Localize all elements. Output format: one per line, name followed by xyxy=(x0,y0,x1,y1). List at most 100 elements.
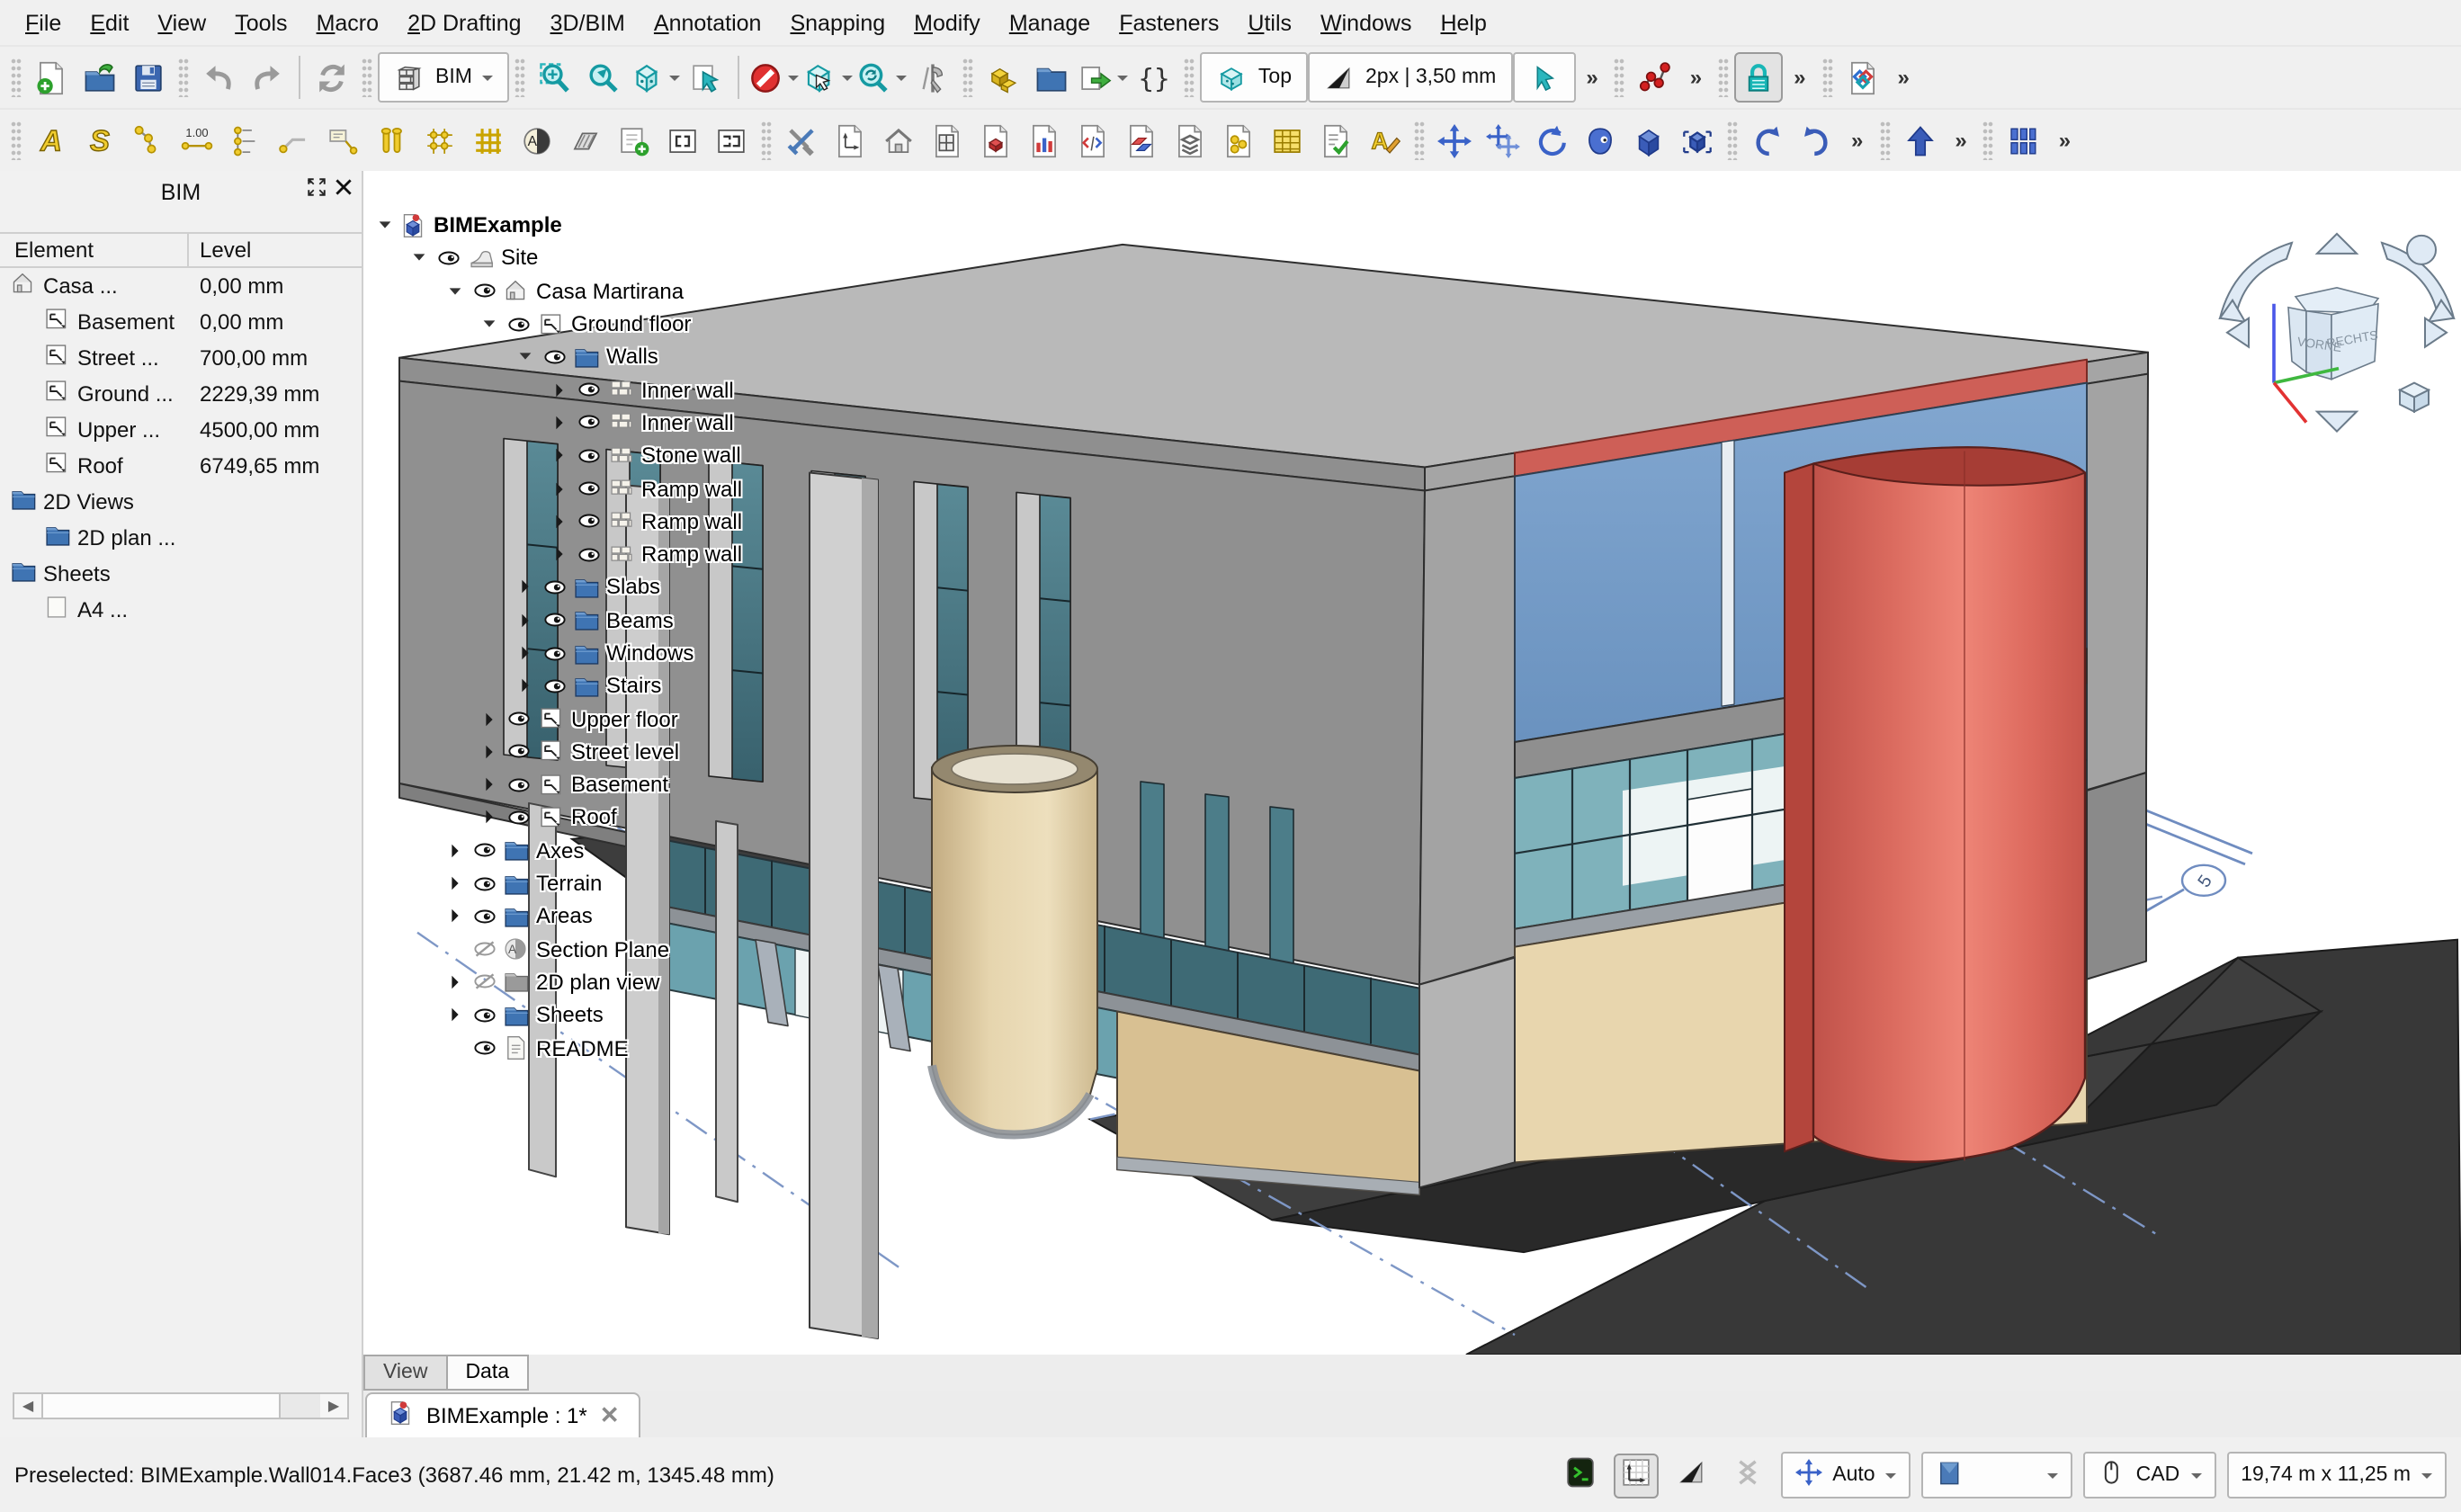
toolbar-grip[interactable] xyxy=(1727,121,1738,160)
panel-row-casa-[interactable]: Casa ...0,00 mm xyxy=(0,268,362,304)
menu-view[interactable]: View xyxy=(143,4,220,40)
collapse-arrow-icon[interactable] xyxy=(441,842,468,860)
utility-cube-button[interactable] xyxy=(1673,115,1722,166)
visibility-eye-icon[interactable] xyxy=(468,905,500,928)
add-view-button[interactable] xyxy=(610,115,658,166)
export-dropdown[interactable] xyxy=(1077,52,1131,103)
rotate-tool-button[interactable] xyxy=(1527,115,1576,166)
linear-dimension-button[interactable]: 1.00 xyxy=(173,115,221,166)
tree-item-site[interactable]: Site xyxy=(367,242,742,275)
preferences-button[interactable] xyxy=(777,115,826,166)
toolbar-grip[interactable] xyxy=(1414,121,1425,160)
expand-arrow-icon[interactable] xyxy=(406,249,433,267)
visibility-eye-icon[interactable] xyxy=(573,477,605,500)
panel-row-2d-views[interactable]: 2D Views xyxy=(0,484,362,520)
views-manager-button[interactable] xyxy=(1028,52,1077,103)
visibility-eye-icon[interactable] xyxy=(503,806,535,829)
collapse-arrow-icon[interactable] xyxy=(511,644,538,662)
tree-item-stone-wall[interactable]: Stone wall xyxy=(367,439,742,472)
section-view-button[interactable] xyxy=(707,115,756,166)
toolbar-overflow-button[interactable]: » xyxy=(1783,65,1816,90)
lock-button[interactable] xyxy=(1734,52,1783,103)
collapse-arrow-icon[interactable] xyxy=(476,710,503,728)
collapse-arrow-icon[interactable] xyxy=(546,513,573,531)
dependency-graph-button[interactable] xyxy=(1631,52,1679,103)
tree-item-beams[interactable]: Beams xyxy=(367,604,742,637)
visibility-eye-icon[interactable] xyxy=(468,279,500,302)
text-tool-button[interactable]: A xyxy=(27,115,76,166)
draw-style-dropdown[interactable] xyxy=(629,52,683,103)
material-report-button[interactable] xyxy=(971,115,1020,166)
visibility-eye-off-icon[interactable] xyxy=(468,937,500,961)
preflight-checks-button[interactable] xyxy=(1311,115,1360,166)
scroll-left-arrow[interactable]: ◀ xyxy=(14,1394,41,1418)
toolbar-overflow-button[interactable]: » xyxy=(1944,128,1977,153)
stretch-tool-button[interactable] xyxy=(1576,115,1624,166)
toolbar-grip[interactable] xyxy=(1879,121,1890,160)
scrollbar-track[interactable] xyxy=(281,1394,320,1418)
visibility-eye-icon[interactable] xyxy=(573,443,605,467)
move-tool-button[interactable] xyxy=(1430,115,1479,166)
visibility-eye-icon[interactable] xyxy=(503,707,535,730)
document-tab[interactable]: BIMExample : 1* ✕ xyxy=(365,1392,641,1437)
tree-item-ramp-wall[interactable]: Ramp wall xyxy=(367,472,742,505)
tree-item-casa-martirana[interactable]: Casa Martirana xyxy=(367,274,742,308)
visibility-eye-icon[interactable] xyxy=(538,675,570,698)
collapse-arrow-icon[interactable] xyxy=(441,874,468,892)
navigation-style-dropdown[interactable]: CAD xyxy=(2084,1452,2216,1499)
tree-item-readme[interactable]: README xyxy=(367,1032,742,1065)
layers-button[interactable] xyxy=(1166,115,1214,166)
visibility-eye-icon[interactable] xyxy=(538,576,570,599)
menu-2d-drafting[interactable]: 2D Drafting xyxy=(393,4,535,40)
panel-row-upper-[interactable]: Upper ...4500,00 mm xyxy=(0,412,362,448)
ifc-document-button[interactable] xyxy=(1838,52,1886,103)
toolbar-grip[interactable] xyxy=(11,121,22,160)
visibility-eye-off-icon[interactable] xyxy=(468,971,500,994)
line-style-button[interactable]: 2px | 3,50 mm xyxy=(1308,52,1512,103)
toolbar-grip[interactable] xyxy=(362,58,372,97)
column-tool-button[interactable] xyxy=(367,115,416,166)
menu-file[interactable]: File xyxy=(11,4,76,40)
label-tool-button[interactable] xyxy=(318,115,367,166)
tab-data[interactable]: Data xyxy=(445,1355,529,1391)
collapse-arrow-icon[interactable] xyxy=(441,908,468,926)
fit-all-button[interactable] xyxy=(532,52,580,103)
menu-windows[interactable]: Windows xyxy=(1306,4,1426,40)
collapse-arrow-icon[interactable] xyxy=(546,414,573,432)
box-selection-dropdown[interactable] xyxy=(801,52,855,103)
collapse-arrow-icon[interactable] xyxy=(546,380,573,398)
expand-arrow-icon[interactable] xyxy=(371,216,398,234)
leader-tool-button[interactable] xyxy=(270,115,318,166)
document-close-icon[interactable]: ✕ xyxy=(600,1401,620,1430)
menu-macro[interactable]: Macro xyxy=(302,4,394,40)
visibility-eye-icon[interactable] xyxy=(538,641,570,665)
measure-button[interactable] xyxy=(909,52,958,103)
stop-command-dropdown[interactable] xyxy=(747,52,801,103)
toolbar-overflow-button[interactable]: » xyxy=(1886,65,1920,90)
visibility-eye-icon[interactable] xyxy=(503,773,535,796)
expand-arrow-icon[interactable] xyxy=(441,282,468,300)
shapestring-tool-button[interactable]: S xyxy=(76,115,124,166)
windows-schedule-button[interactable] xyxy=(923,115,971,166)
tree-item-ramp-wall[interactable]: Ramp wall xyxy=(367,505,742,538)
ifc-explorer-button[interactable] xyxy=(1069,115,1117,166)
ifc-elements-button[interactable] xyxy=(1117,115,1166,166)
redo-button[interactable] xyxy=(243,52,291,103)
selection-mode-button[interactable] xyxy=(1512,52,1575,103)
new-document-button[interactable] xyxy=(27,52,76,103)
tree-item-windows[interactable]: Windows xyxy=(367,637,742,670)
open-document-button[interactable] xyxy=(76,52,124,103)
navigation-style-button[interactable] xyxy=(683,52,731,103)
column-level[interactable]: Level xyxy=(187,234,362,266)
tree-item-roof[interactable]: Roof xyxy=(367,801,742,835)
menu-tools[interactable]: Tools xyxy=(220,4,301,40)
navigation-indicator[interactable] xyxy=(1724,1453,1769,1498)
panel-row-street-[interactable]: Street ...700,00 mm xyxy=(0,340,362,376)
save-button[interactable] xyxy=(124,52,173,103)
toolbar-grip[interactable] xyxy=(11,58,22,97)
toolbar-grip[interactable] xyxy=(1983,121,1994,160)
panel-row-a4-[interactable]: A4 ... xyxy=(0,592,362,628)
visibility-eye-icon[interactable] xyxy=(573,510,605,533)
menu-utils[interactable]: Utils xyxy=(1233,4,1306,40)
tab-view[interactable]: View xyxy=(363,1355,447,1391)
